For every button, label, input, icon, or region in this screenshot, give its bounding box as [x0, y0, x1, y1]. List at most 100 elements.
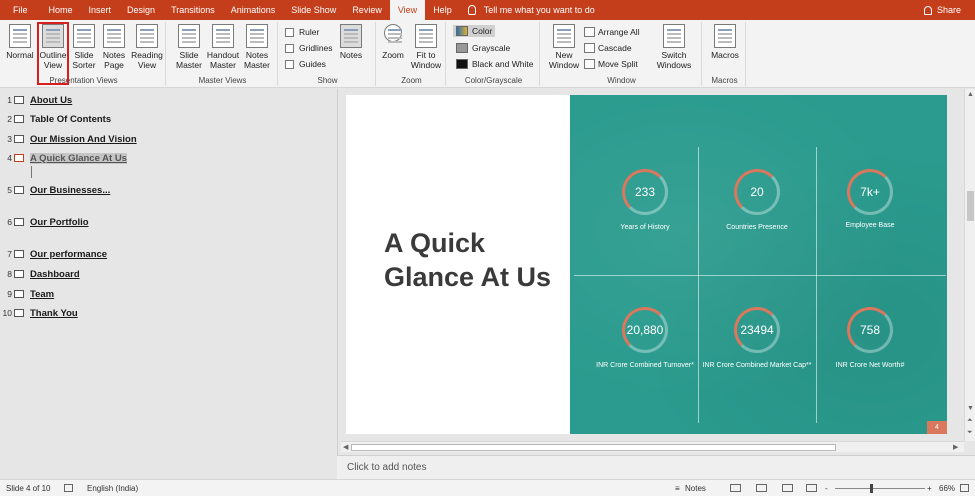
normal-view-button[interactable]: Normal	[4, 24, 36, 60]
cascade-button[interactable]: Cascade	[584, 43, 632, 53]
slide-sorter-icon[interactable]	[756, 484, 767, 492]
stat-block: 20 Countries Presence	[702, 169, 812, 232]
group-color-grayscale: Color Grayscale Black and White Color/Gr…	[448, 22, 540, 86]
share-button[interactable]: Share	[923, 0, 961, 20]
tab-slide-show[interactable]: Slide Show	[283, 0, 344, 20]
scroll-left-icon[interactable]: ◀	[343, 443, 348, 451]
show-label: Show	[317, 76, 338, 85]
tab-review[interactable]: Review	[344, 0, 390, 20]
fit-to-window-button[interactable]: Fit to Window	[408, 24, 444, 70]
outline-item[interactable]: 8 Dashboard	[0, 267, 79, 281]
handout-master-button[interactable]: Handout Master	[206, 24, 240, 70]
scroll-up-icon[interactable]: ▲	[967, 91, 974, 98]
stat-block: 233 Years of History	[590, 169, 700, 232]
black-and-white-button[interactable]: Black and White	[456, 59, 533, 69]
slide-master-button[interactable]: Slide Master	[172, 24, 206, 70]
zoom-button[interactable]: Zoom	[380, 24, 406, 60]
lightbulb-icon	[467, 5, 476, 15]
group-macros: Macros Macros	[704, 22, 746, 86]
outline-item[interactable]: 9 Team	[0, 287, 54, 301]
reading-view-button[interactable]: Reading View	[130, 24, 164, 70]
slide-sorter-button[interactable]: Slide Sorter	[70, 24, 98, 70]
slide-counter: Slide 4 of 10	[6, 484, 51, 493]
outline-item[interactable]: 10 Thank You	[0, 306, 78, 320]
status-notes-button[interactable]: Notes	[685, 484, 706, 493]
vertical-scrollbar[interactable]: ▲ ▼ ⏶ ⏷	[964, 89, 975, 441]
stats-panel[interactable]: 233 Years of History 20 Countries Presen…	[570, 95, 947, 434]
notes-master-button[interactable]: Notes Master	[240, 24, 274, 70]
slide-icon	[14, 218, 24, 226]
zoom-slider[interactable]	[835, 488, 925, 489]
outline-item-active[interactable]: 4 A Quick Glance At Us	[0, 151, 127, 165]
horizontal-scrollbar[interactable]: ◀ ▶	[341, 441, 964, 452]
guides-checkbox[interactable]: Guides	[285, 59, 326, 69]
previous-slide-icon[interactable]: ⏶	[967, 417, 973, 425]
tab-insert[interactable]: Insert	[81, 0, 120, 20]
new-window-icon	[553, 24, 575, 48]
outline-title: About Us	[30, 94, 73, 106]
switch-windows-button[interactable]: Switch Windows	[650, 24, 698, 70]
outline-item[interactable]: 6 Our Portfolio	[0, 215, 88, 229]
tab-home[interactable]: Home	[41, 0, 81, 20]
outline-title: Team	[30, 288, 55, 300]
status-bar: Slide 4 of 10 English (India) ≡ Notes - …	[0, 479, 975, 496]
fit-slide-icon[interactable]	[960, 484, 969, 492]
grayscale-label: Grayscale	[472, 43, 511, 53]
next-slide-icon[interactable]: ⏷	[967, 429, 973, 437]
scroll-down-icon[interactable]: ▼	[967, 405, 974, 412]
tab-view[interactable]: View	[389, 0, 426, 20]
tab-animations[interactable]: Animations	[223, 0, 284, 20]
language-indicator[interactable]: English (India)	[87, 484, 138, 493]
zoom-out-button[interactable]: -	[825, 484, 828, 493]
outline-item[interactable]: 1 About Us	[0, 93, 72, 107]
notes-toggle-icon[interactable]: ≡	[675, 484, 680, 493]
notes-page-button[interactable]: Notes Page	[100, 24, 128, 70]
move-split-button[interactable]: Move Split	[584, 59, 638, 69]
slide-icon	[14, 290, 24, 298]
stat-label: Countries Presence	[726, 224, 788, 231]
outline-item[interactable]: 7 Our performance	[0, 247, 107, 261]
slide-show-icon[interactable]	[806, 484, 817, 492]
outline-item[interactable]: 2 Table Of Contents	[0, 112, 111, 126]
outline-item[interactable]: 3 Our Mission And Vision	[0, 132, 136, 146]
tab-design[interactable]: Design	[119, 0, 163, 20]
arrange-all-button[interactable]: Arrange All	[584, 27, 640, 37]
notes-page-label: Notes Page	[102, 50, 126, 70]
spelling-check-icon[interactable]	[64, 484, 73, 492]
slide-editing-area[interactable]: A Quick Glance At Us 233 Years of Histor…	[337, 89, 975, 455]
grayscale-button[interactable]: Grayscale	[456, 43, 510, 53]
cascade-label: Cascade	[598, 43, 632, 53]
tab-help[interactable]: Help	[425, 0, 460, 20]
slide-master-icon	[178, 24, 200, 48]
scroll-thumb[interactable]	[351, 444, 836, 451]
presentation-views-label: Presentation Views	[49, 76, 118, 85]
zoom-slider-thumb[interactable]	[870, 484, 873, 493]
switch-windows-icon	[663, 24, 685, 48]
slide-icon	[14, 154, 24, 162]
color-button[interactable]: Color	[453, 25, 496, 37]
switch-windows-label: Switch Windows	[656, 50, 692, 70]
outline-title: A Quick Glance At Us	[30, 152, 127, 164]
new-window-button[interactable]: New Window	[544, 24, 584, 70]
scroll-right-icon[interactable]: ▶	[953, 443, 958, 451]
macros-group-label: Macros	[711, 76, 738, 85]
zoom-in-button[interactable]: +	[927, 484, 932, 493]
slide-title[interactable]: A Quick Glance At Us	[384, 226, 564, 294]
slide-canvas[interactable]: A Quick Glance At Us 233 Years of Histor…	[346, 95, 947, 434]
tell-me-box[interactable]: Tell me what you want to do	[467, 0, 595, 20]
color-label: Color	[472, 26, 493, 36]
tab-transitions[interactable]: Transitions	[163, 0, 223, 20]
outline-pane[interactable]: 1 About Us 2 Table Of Contents 3 Our Mis…	[0, 89, 337, 479]
stat-label: INR Crore Combined Market Cap**	[702, 362, 812, 369]
zoom-level[interactable]: 66%	[939, 484, 955, 493]
tab-file[interactable]: File	[0, 0, 41, 20]
ruler-checkbox[interactable]: Ruler	[285, 27, 319, 37]
notes-pane[interactable]: Click to add notes	[337, 455, 975, 479]
outline-item[interactable]: 5 Our Businesses...	[0, 183, 110, 197]
gridlines-checkbox[interactable]: Gridlines	[285, 43, 333, 53]
normal-view-icon[interactable]	[730, 484, 741, 492]
reading-view-icon[interactable]	[782, 484, 793, 492]
macros-button[interactable]: Macros	[708, 24, 742, 60]
notes-button[interactable]: Notes	[337, 24, 365, 60]
scroll-thumb[interactable]	[967, 191, 974, 221]
